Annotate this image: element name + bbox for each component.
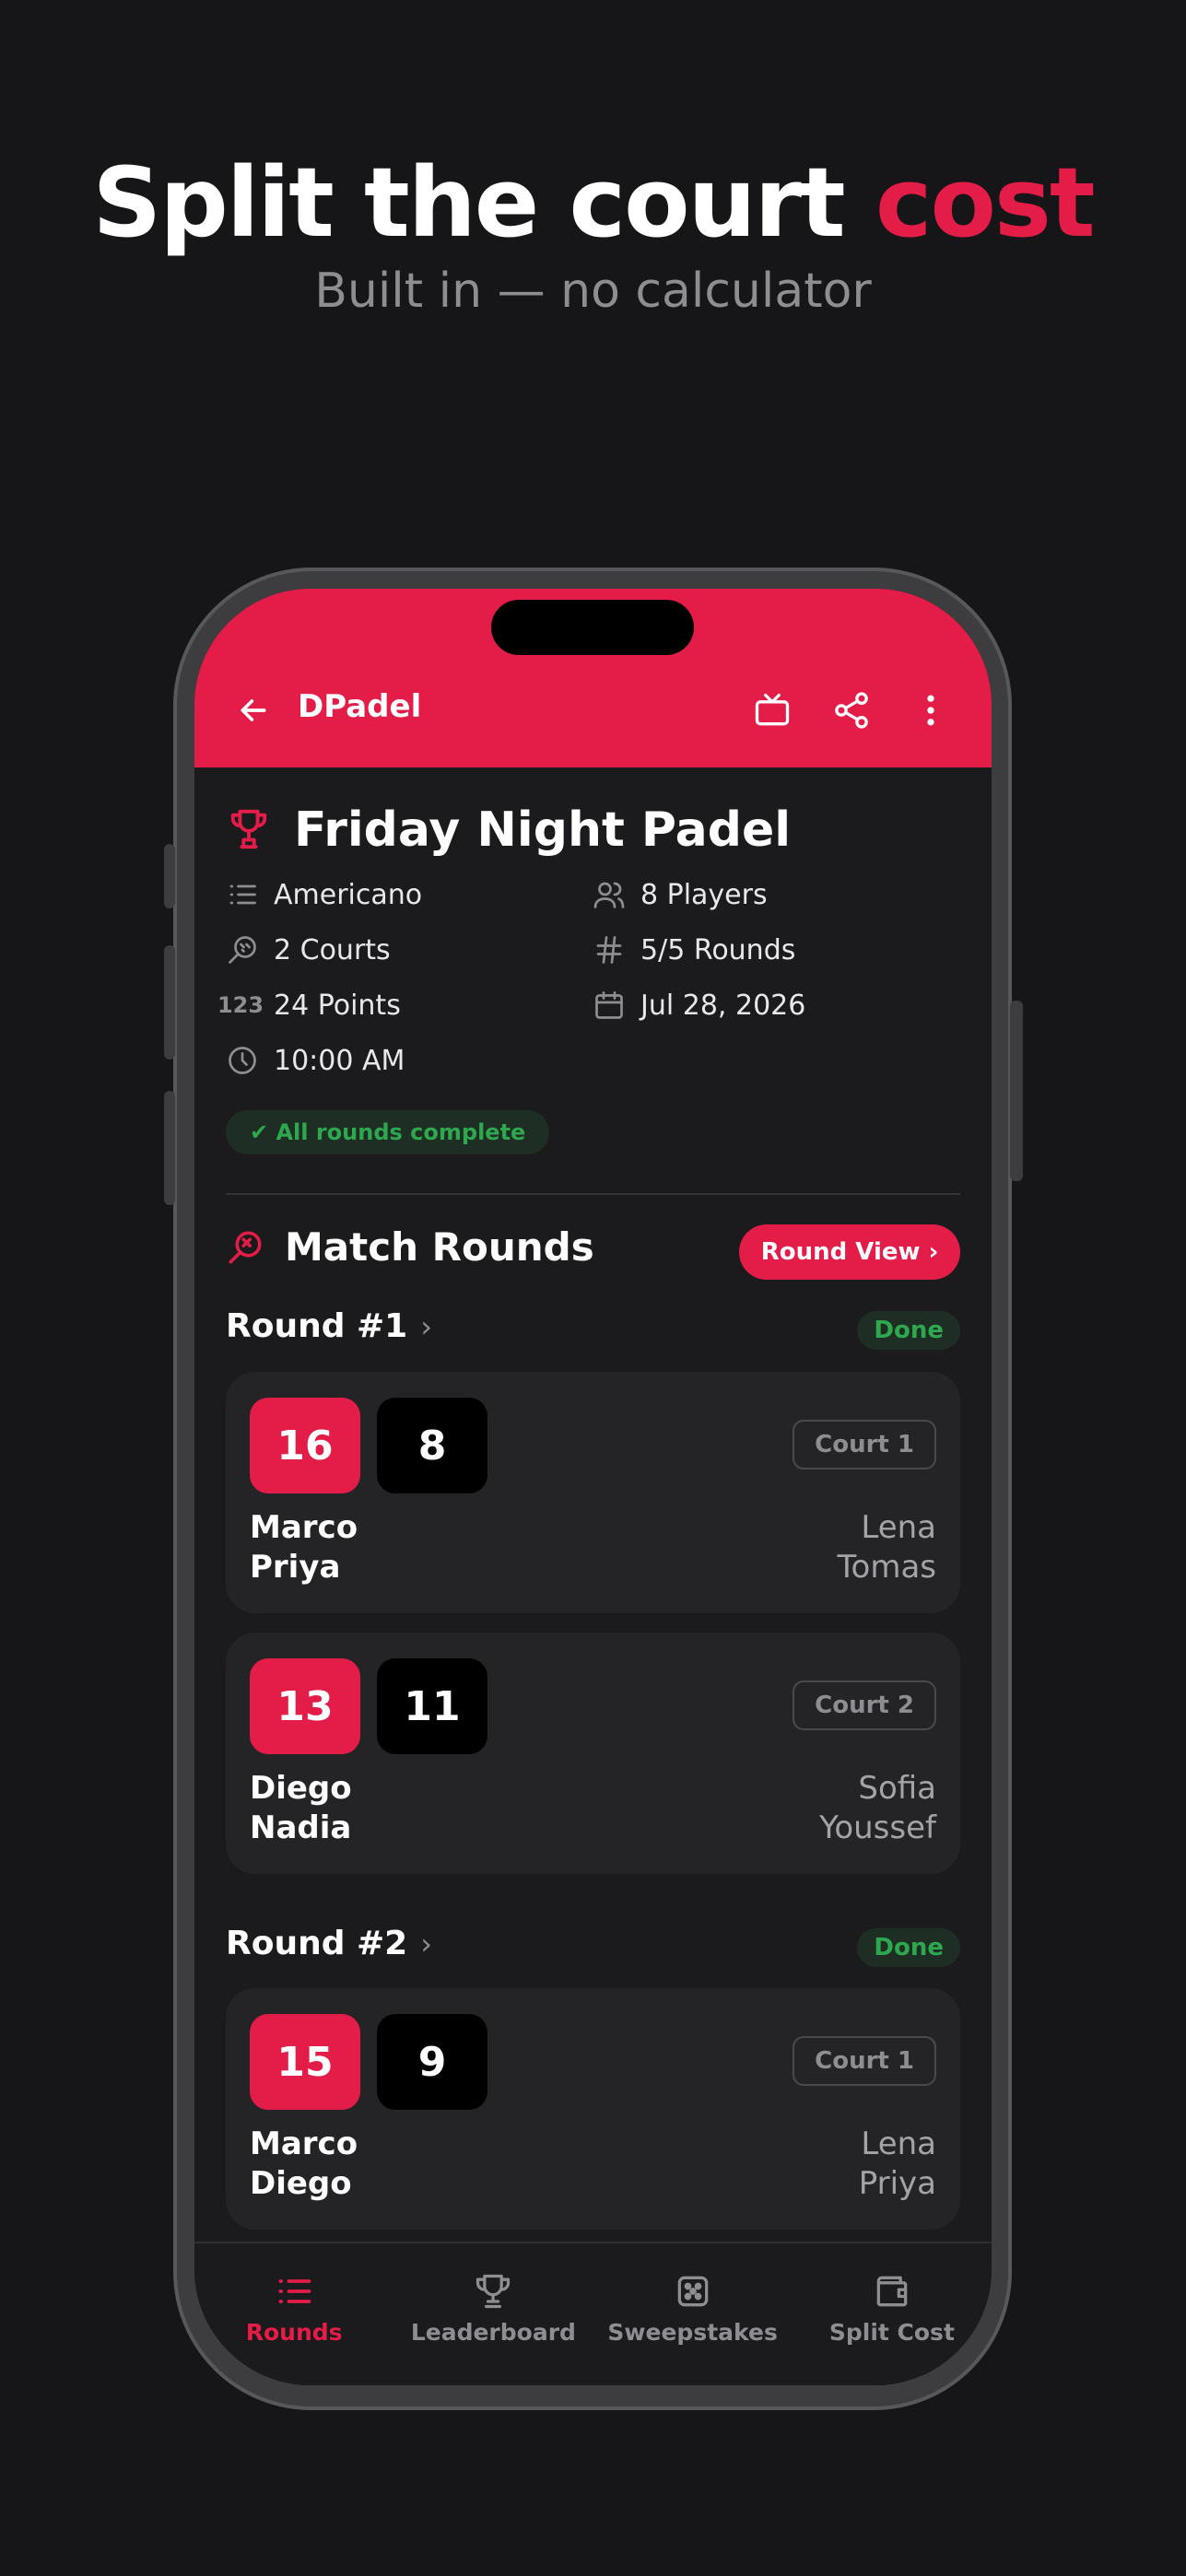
courts-value: 2 Courts (274, 933, 391, 966)
score-team-a[interactable]: 15 (250, 2014, 360, 2110)
round-header[interactable]: Round #2 › (226, 1925, 432, 1962)
app-title: DPadel (298, 688, 422, 725)
trophy-icon (476, 2274, 511, 2309)
player-name: Marco (250, 2125, 358, 2162)
player-name: Youssef (819, 1809, 936, 1846)
rounds-value: 5/5 Rounds (640, 933, 796, 966)
time-value: 10:00 AM (274, 1044, 405, 1077)
share-icon[interactable] (831, 690, 872, 731)
meta-rounds: 5/5 Rounds (593, 933, 795, 966)
team-b: Lena Priya (859, 2125, 936, 2204)
numbers-icon: 123 (217, 992, 264, 1018)
score-team-b[interactable]: 8 (377, 1398, 487, 1493)
date-value: Jul 28, 2026 (640, 989, 806, 1022)
side-button-volume-up (164, 945, 175, 1060)
player-name: Nadia (250, 1809, 352, 1846)
tab-leaderboard[interactable]: Leaderboard (393, 2243, 593, 2385)
tab-label: Sweepstakes (607, 2319, 778, 2346)
meta-date: Jul 28, 2026 (593, 989, 805, 1022)
team-b: Lena Tomas (838, 1508, 936, 1587)
round-header[interactable]: Round #1 › (226, 1307, 432, 1345)
court-tag: Court 1 (793, 2036, 936, 2086)
match-card[interactable]: 13 11 Court 2 Diego Nadia Sofia Youssef (226, 1633, 960, 1874)
headline-accent: cost (875, 146, 1096, 259)
list-icon (278, 2279, 311, 2303)
headline-text: Split the court (92, 146, 875, 259)
side-button-volume-down (164, 1091, 175, 1205)
list-icon (229, 884, 256, 905)
side-button-power (1010, 1001, 1023, 1181)
tab-label: Split Cost (828, 2319, 955, 2346)
team-b: Sofia Youssef (819, 1769, 936, 1848)
bottom-tab-bar: Rounds Leaderboard Sweepstakes Split Cos… (194, 2242, 992, 2385)
team-a: Marco Priya (250, 1508, 358, 1587)
player-name: Diego (250, 2165, 352, 2202)
round-label: Round #1 (226, 1307, 408, 1345)
back-arrow-icon[interactable] (235, 692, 272, 729)
points-value: 24 Points (274, 989, 401, 1022)
player-name: Priya (858, 2165, 936, 2202)
player-name: Priya (250, 1549, 341, 1586)
calendar-icon (595, 991, 623, 1019)
player-name: Lena (861, 1509, 936, 1546)
users-icon (593, 882, 625, 908)
side-button-mute (164, 844, 175, 908)
racket-icon (229, 936, 256, 964)
team-a: Diego Nadia (250, 1769, 352, 1848)
court-tag: Court 1 (793, 1420, 936, 1469)
meta-time: 10:00 AM (226, 1044, 405, 1077)
format-value: Americano (274, 878, 423, 911)
player-name: Sofia (858, 1770, 936, 1807)
tab-label: Leaderboard (410, 2319, 576, 2346)
round-status-badge: Done (857, 1928, 960, 1967)
players-value: 8 Players (640, 878, 768, 911)
chevron-right-icon: › (420, 1926, 433, 1961)
player-name: Diego (250, 1770, 352, 1807)
meta-players: 8 Players (593, 878, 768, 911)
player-name: Lena (861, 2125, 936, 2162)
score-team-b[interactable]: 11 (377, 1658, 487, 1754)
racket-icon (229, 1231, 262, 1264)
player-name: Tomas (837, 1549, 936, 1586)
wallet-icon (876, 2276, 908, 2307)
divider (226, 1193, 960, 1195)
tv-icon[interactable] (752, 690, 793, 731)
section-title: Match Rounds (285, 1224, 594, 1270)
meta-points: 123 24 Points (217, 989, 401, 1022)
match-card[interactable]: 15 9 Court 1 Marco Diego Lena Priya (226, 1988, 960, 2230)
score-team-a[interactable]: 13 (250, 1658, 360, 1754)
round-status-badge: Done (857, 1311, 960, 1350)
status-badge: ✔ All rounds complete (226, 1110, 550, 1154)
round-label: Round #2 (226, 1925, 408, 1962)
phone-screen: DPadel Friday Night Padel Americano 8 Pl… (194, 589, 992, 2385)
player-name: Marco (250, 1509, 358, 1546)
headline: Split the court cost (0, 155, 1186, 251)
score-team-b[interactable]: 9 (377, 2014, 487, 2110)
more-vertical-icon[interactable] (910, 690, 951, 731)
clock-icon (229, 1047, 256, 1074)
tab-label: Rounds (245, 2319, 343, 2346)
tab-sweepstakes[interactable]: Sweepstakes (593, 2243, 793, 2385)
court-tag: Court 2 (793, 1680, 936, 1730)
round-view-button[interactable]: Round View › (739, 1224, 960, 1280)
meta-format: Americano (226, 878, 422, 911)
tab-rounds[interactable]: Rounds (194, 2243, 393, 2385)
trophy-icon (230, 809, 267, 849)
dice-icon (677, 2276, 708, 2307)
event-title: Friday Night Padel (294, 802, 792, 858)
dynamic-island (491, 600, 694, 655)
headline-subtitle: Built in — no calculator (314, 263, 872, 319)
meta-courts: 2 Courts (226, 933, 391, 966)
team-a: Marco Diego (250, 2125, 358, 2204)
chevron-right-icon: › (420, 1308, 433, 1344)
score-team-a[interactable]: 16 (250, 1398, 360, 1493)
match-card[interactable]: 16 8 Court 1 Marco Priya Lena Tomas (226, 1372, 960, 1613)
tab-split-cost[interactable]: Split Cost (793, 2243, 992, 2385)
hash-icon (596, 936, 622, 964)
